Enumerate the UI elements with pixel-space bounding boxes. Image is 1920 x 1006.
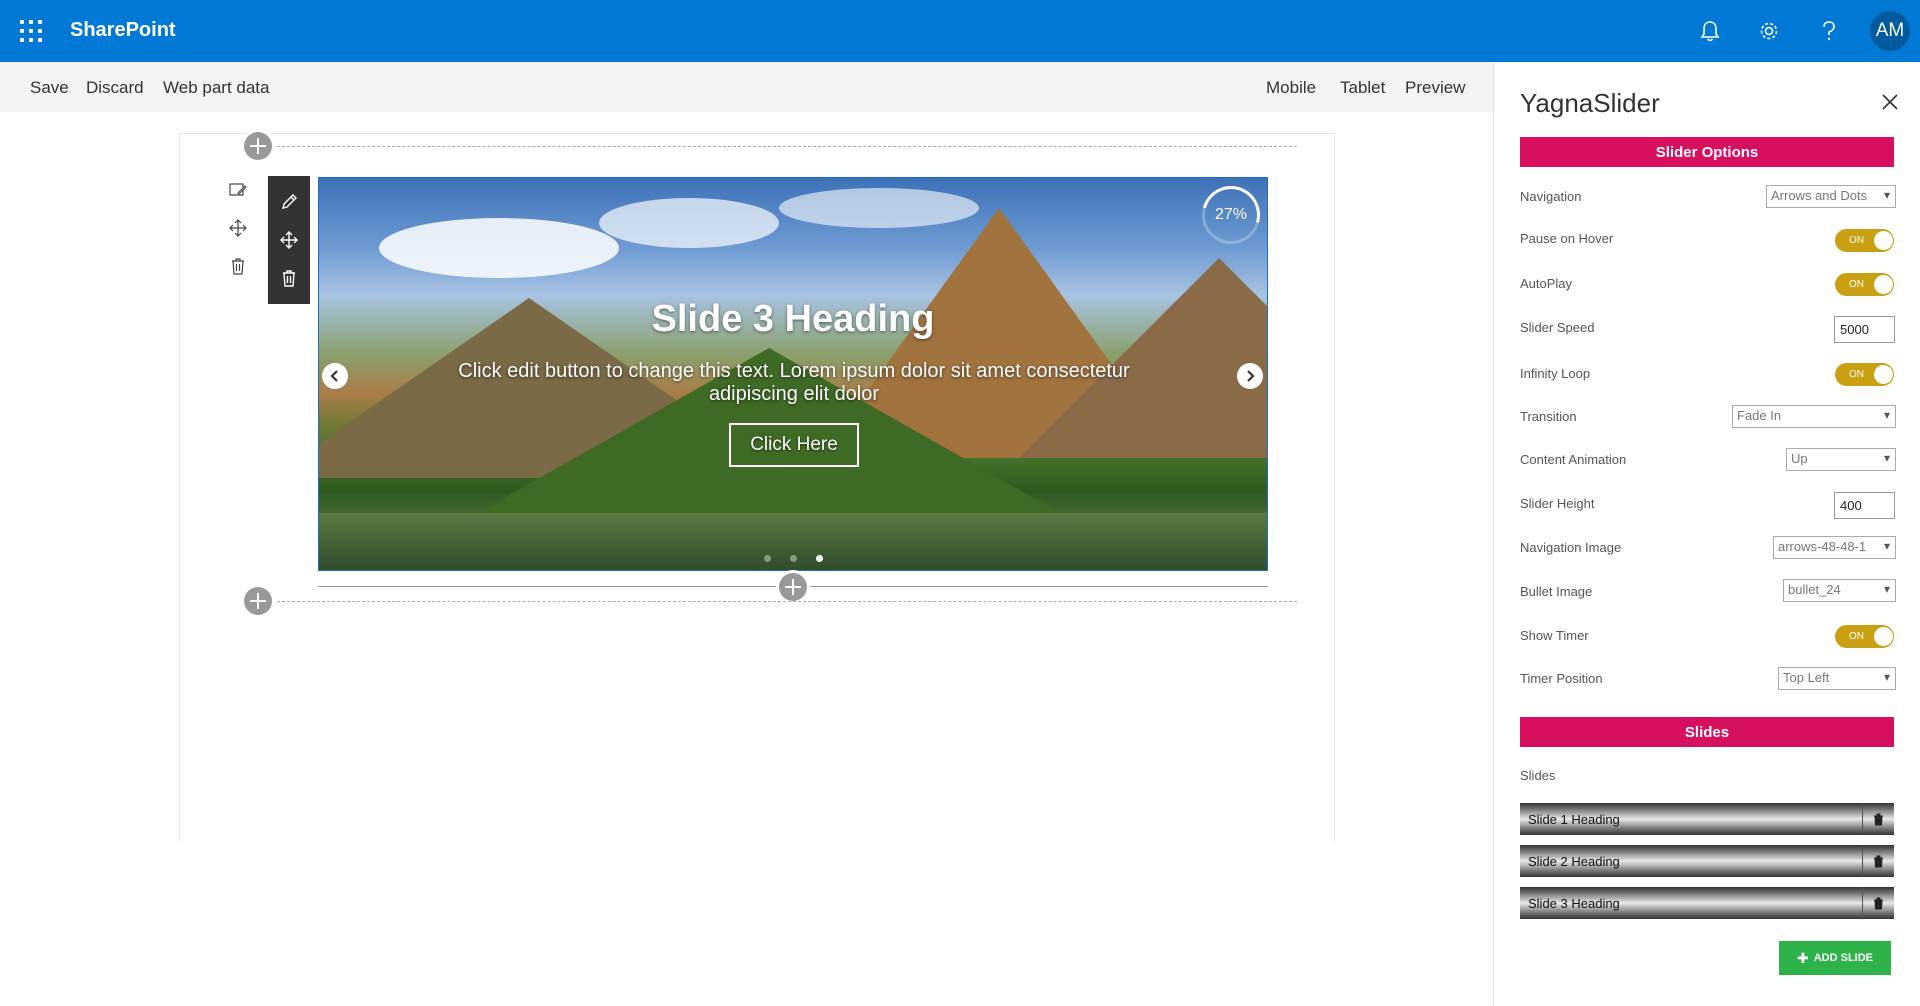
autoplay-label: AutoPlay	[1520, 276, 1573, 291]
tablet-button[interactable]: Tablet	[1340, 78, 1385, 98]
slide-item-label: Slide 2 Heading	[1528, 854, 1620, 869]
add-slide-label: ADD SLIDE	[1813, 952, 1873, 964]
content-animation-select[interactable]: Up	[1786, 448, 1896, 471]
property-pane: YagnaSlider Slider Options Navigation Ar…	[1493, 62, 1920, 1006]
slide-heading: Slide 3 Heading	[651, 298, 935, 340]
show-timer-label: Show Timer	[1520, 628, 1589, 643]
navigation-select[interactable]: Arrows and Dots	[1766, 185, 1896, 208]
slide-timer: 27%	[1191, 178, 1267, 255]
web-part-data-button[interactable]: Web part data	[163, 78, 269, 98]
add-section-top-button[interactable]	[244, 132, 272, 160]
section-divider-bottom	[257, 601, 1297, 602]
transition-select[interactable]: Fade In	[1732, 405, 1896, 428]
transition-label: Transition	[1520, 409, 1577, 424]
add-section-bottom-button[interactable]	[244, 587, 272, 615]
trash-icon[interactable]	[1862, 845, 1894, 877]
slide-list-item[interactable]: Slide 2 Heading	[1520, 845, 1894, 877]
avatar[interactable]: AM	[1870, 11, 1910, 51]
slide-item-label: Slide 3 Heading	[1528, 896, 1620, 911]
timer-position-label: Timer Position	[1520, 671, 1603, 686]
cloud-shape	[379, 218, 619, 278]
image-slider[interactable]: 27% Slide 3 Heading Click edit button to…	[318, 177, 1268, 571]
slider-speed-label: Slider Speed	[1520, 320, 1595, 335]
slide-cta-button[interactable]: Click Here	[729, 423, 859, 467]
suite-bar: SharePoint AM	[0, 0, 1920, 62]
add-slide-button[interactable]: ✚ ADD SLIDE	[1779, 941, 1891, 975]
slides-header: Slides	[1520, 717, 1894, 747]
slide-item-label: Slide 1 Heading	[1528, 812, 1620, 827]
edit-webpart-icon[interactable]	[275, 188, 303, 216]
pane-title: YagnaSlider	[1520, 88, 1660, 118]
infinity-loop-toggle[interactable]: ON	[1835, 363, 1894, 386]
navigation-label: Navigation	[1520, 189, 1582, 204]
infinity-loop-label: Infinity Loop	[1520, 366, 1591, 381]
next-arrow-icon[interactable]	[1237, 363, 1263, 389]
help-icon[interactable]	[1814, 16, 1844, 46]
bullet-image-label: Bullet Image	[1520, 584, 1593, 599]
waffle-icon[interactable]	[20, 20, 42, 42]
slider-options-header: Slider Options	[1520, 137, 1894, 167]
slide-dots	[764, 555, 823, 562]
plus-icon: ✚	[1796, 949, 1809, 966]
toggle-state: ON	[1849, 235, 1864, 246]
slide-list-item[interactable]: Slide 1 Heading	[1520, 803, 1894, 835]
discard-button[interactable]: Discard	[86, 78, 144, 98]
pause-on-hover-toggle[interactable]: ON	[1835, 229, 1894, 252]
slide-text: Click edit button to change this text. L…	[458, 360, 1130, 405]
command-bar: Save Discard Web part data Mobile Tablet…	[0, 62, 1493, 112]
edit-section-icon[interactable]	[224, 176, 252, 204]
preview-button[interactable]: Preview	[1405, 78, 1465, 98]
bullet-image-select[interactable]: bullet_24	[1783, 579, 1896, 602]
close-icon[interactable]	[1878, 90, 1902, 114]
slider-height-input[interactable]	[1834, 492, 1895, 519]
mobile-button[interactable]: Mobile	[1266, 78, 1316, 98]
timer-position-select[interactable]: Top Left	[1778, 667, 1896, 690]
content-animation-label: Content Animation	[1520, 452, 1627, 467]
trash-icon[interactable]	[1862, 803, 1894, 835]
autoplay-toggle[interactable]: ON	[1835, 273, 1894, 296]
section-divider-top	[257, 146, 1297, 147]
delete-section-icon[interactable]	[224, 252, 252, 280]
move-webpart-icon[interactable]	[275, 226, 303, 254]
gear-icon[interactable]	[1754, 16, 1784, 46]
slides-label: Slides	[1520, 768, 1556, 783]
slide-dot[interactable]	[790, 555, 797, 562]
toggle-state: ON	[1849, 279, 1864, 290]
webpart-toolbar	[268, 176, 310, 304]
lake-shape	[319, 513, 1267, 570]
toggle-state: ON	[1849, 369, 1864, 380]
show-timer-toggle[interactable]: ON	[1835, 625, 1894, 648]
slider-speed-input[interactable]	[1834, 316, 1895, 343]
app-name[interactable]: SharePoint	[70, 19, 176, 42]
navigation-image-select[interactable]: arrows-48-48-1	[1773, 536, 1896, 559]
add-webpart-button[interactable]	[779, 573, 807, 601]
cloud-shape	[599, 198, 779, 248]
pause-on-hover-label: Pause on Hover	[1520, 231, 1614, 246]
slider-height-label: Slider Height	[1520, 496, 1595, 511]
delete-webpart-icon[interactable]	[275, 264, 303, 292]
prev-arrow-icon[interactable]	[322, 363, 348, 389]
trash-icon[interactable]	[1862, 887, 1894, 919]
bell-icon[interactable]	[1695, 16, 1725, 46]
navigation-image-label: Navigation Image	[1520, 540, 1622, 555]
slide-dot[interactable]	[764, 555, 771, 562]
slide-dot-active[interactable]	[816, 555, 823, 562]
move-section-icon[interactable]	[224, 214, 252, 242]
save-button[interactable]: Save	[30, 78, 69, 98]
slide-list-item[interactable]: Slide 3 Heading	[1520, 887, 1894, 919]
toggle-state: ON	[1849, 631, 1864, 642]
